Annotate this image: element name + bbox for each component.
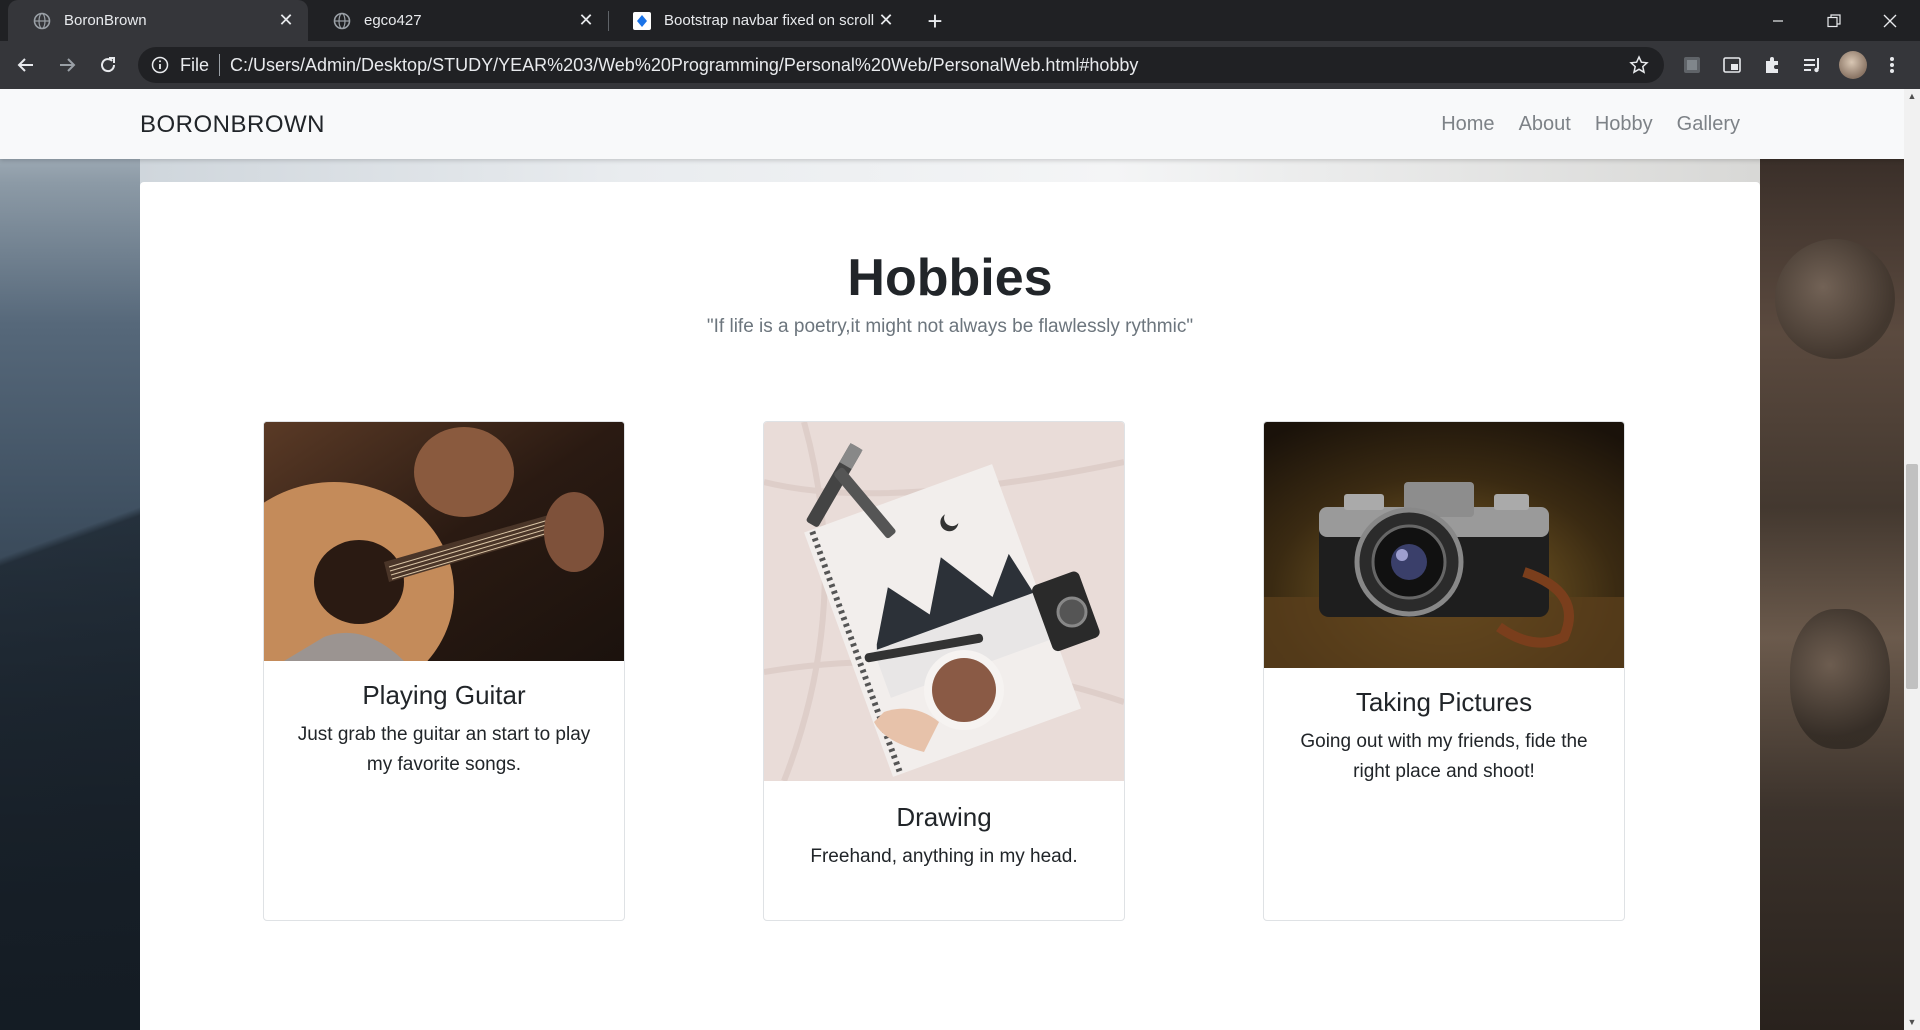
tab-title: Bootstrap navbar fixed on scroll, — [664, 12, 874, 29]
nav-links: Home About Hobby Gallery — [1441, 113, 1740, 136]
tab-title: egco427 — [364, 12, 422, 29]
camera-photo — [1264, 422, 1624, 668]
extensions-puzzle-icon[interactable] — [1760, 53, 1784, 77]
globe-icon — [332, 11, 352, 31]
reload-button[interactable] — [92, 49, 124, 81]
site-navbar: BORONBROWN Home About Hobby Gallery — [0, 89, 1904, 159]
new-tab-button[interactable]: + — [920, 6, 950, 36]
card-text: Freehand, anything in my head. — [810, 846, 1078, 867]
nav-link-hobby[interactable]: Hobby — [1595, 113, 1653, 136]
divider — [219, 54, 221, 76]
back-button[interactable] — [10, 49, 42, 81]
globe-icon — [32, 11, 52, 31]
drawing-photo — [764, 422, 1124, 781]
tab-egco427[interactable]: egco427 ✕ — [308, 0, 608, 41]
url-text[interactable]: C:/Users/Admin/Desktop/STUDY/YEAR%203/We… — [230, 55, 1138, 76]
scroll-up-arrow-icon[interactable]: ▲ — [1907, 91, 1917, 101]
info-icon[interactable] — [150, 55, 170, 75]
close-window-button[interactable] — [1862, 0, 1918, 41]
more-menu-icon[interactable] — [1880, 53, 1904, 77]
bookmark-star-icon[interactable] — [1628, 54, 1650, 76]
forward-button[interactable] — [51, 49, 83, 81]
guitar-photo — [264, 422, 624, 661]
file-scheme-label: File — [180, 54, 210, 75]
scrollbar-thumb[interactable] — [1906, 464, 1918, 689]
card-title: Taking Pictures — [1355, 687, 1533, 717]
minimize-window-button[interactable] — [1750, 0, 1806, 41]
page-scrollbar[interactable]: ▲ ▼ — [1904, 89, 1920, 1030]
card-title: Playing Guitar — [362, 680, 526, 710]
page-viewport: BORONBROWN Home About Hobby Gallery Hobb… — [0, 89, 1904, 1030]
card-title: Drawing — [896, 802, 992, 832]
close-tab-icon[interactable]: ✕ — [274, 9, 298, 33]
background-rock — [1775, 239, 1895, 359]
extension-icon[interactable] — [1680, 53, 1704, 77]
tab-boronbrown[interactable]: BoronBrown ✕ — [8, 0, 308, 41]
close-tab-icon[interactable]: ✕ — [574, 9, 598, 33]
card-text: Just grab the guitar an start to play my… — [297, 724, 591, 775]
profile-avatar[interactable] — [1839, 51, 1867, 79]
hobbies-section: Hobbies "If life is a poetry,it might no… — [140, 182, 1760, 1030]
section-quote: "If life is a poetry,it might not always… — [706, 316, 1194, 337]
tab-bootstrap-navbar[interactable]: Bootstrap navbar fixed on scroll, ✕ — [608, 0, 908, 41]
media-queue-icon[interactable] — [1800, 53, 1824, 77]
hobby-card-camera: Taking Pictures Going out with my friend… — [1263, 421, 1625, 921]
brand-logo-text[interactable]: BORONBROWN — [140, 111, 325, 139]
nav-link-about[interactable]: About — [1519, 113, 1571, 136]
background-ridge — [0, 209, 140, 1030]
hobby-card-drawing: Drawing Freehand, anything in my head. — [763, 421, 1125, 921]
browser-toolbar: File C:/Users/Admin/Desktop/STUDY/YEAR%2… — [0, 41, 1920, 89]
tab-strip: BoronBrown ✕ egco427 ✕ Bootstrap navbar … — [0, 0, 1920, 41]
tab-title: BoronBrown — [64, 12, 147, 29]
bootstrap-site-icon — [632, 11, 652, 31]
restore-window-button[interactable] — [1806, 0, 1862, 41]
section-title: Hobbies — [847, 249, 1053, 307]
nav-link-home[interactable]: Home — [1441, 113, 1494, 136]
card-text: Going out with my friends, fide the righ… — [1300, 731, 1588, 782]
picture-in-picture-icon[interactable] — [1720, 53, 1744, 77]
scroll-down-arrow-icon[interactable]: ▼ — [1907, 1017, 1917, 1027]
background-rock — [1790, 609, 1890, 749]
address-bar[interactable]: File C:/Users/Admin/Desktop/STUDY/YEAR%2… — [138, 47, 1664, 83]
close-tab-icon[interactable]: ✕ — [874, 9, 898, 33]
nav-link-gallery[interactable]: Gallery — [1677, 113, 1740, 136]
hobby-card-guitar: Playing Guitar Just grab the guitar an s… — [263, 421, 625, 921]
